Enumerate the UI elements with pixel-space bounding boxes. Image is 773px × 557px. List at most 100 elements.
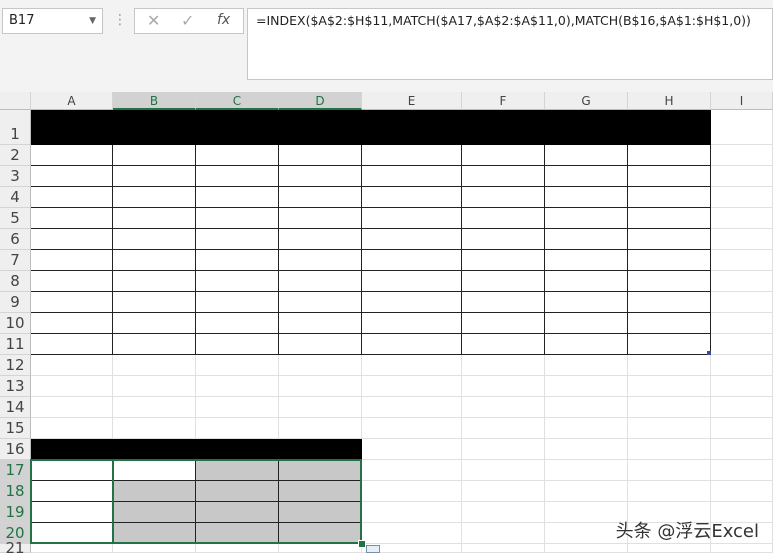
table-cell[interactable] <box>113 187 196 208</box>
table-cell[interactable] <box>113 208 196 229</box>
table-cell[interactable] <box>196 271 279 292</box>
table-header-cell[interactable] <box>113 110 196 145</box>
column-header-b[interactable]: B <box>113 92 196 110</box>
empty-cell[interactable] <box>711 110 773 145</box>
close-icon[interactable]: ✕ <box>147 11 160 30</box>
table-cell[interactable] <box>462 334 545 355</box>
table-cell[interactable] <box>196 187 279 208</box>
fill-handle[interactable] <box>358 540 366 548</box>
empty-cell[interactable] <box>711 166 773 187</box>
empty-cell[interactable] <box>196 355 279 376</box>
table-cell[interactable] <box>462 250 545 271</box>
table-cell[interactable] <box>279 229 362 250</box>
empty-cell[interactable] <box>628 418 711 439</box>
empty-cell[interactable] <box>545 418 628 439</box>
table-cell[interactable] <box>628 145 711 166</box>
lookup-cell[interactable] <box>31 481 113 502</box>
empty-cell[interactable] <box>711 460 773 481</box>
table-cell[interactable] <box>31 313 113 334</box>
empty-cell[interactable] <box>462 439 545 460</box>
row-header-17[interactable]: 17 <box>0 460 31 481</box>
empty-cell[interactable] <box>31 376 113 397</box>
empty-cell[interactable] <box>31 544 113 553</box>
select-all-corner[interactable] <box>0 92 31 110</box>
lookup-cell[interactable] <box>113 460 196 481</box>
empty-cell[interactable] <box>711 439 773 460</box>
empty-cell[interactable] <box>362 418 462 439</box>
table-cell[interactable] <box>628 313 711 334</box>
table-cell[interactable] <box>31 271 113 292</box>
fx-icon[interactable]: fx <box>217 12 230 28</box>
row-header-12[interactable]: 12 <box>0 355 31 376</box>
empty-cell[interactable] <box>196 376 279 397</box>
column-header-f[interactable]: F <box>462 92 545 110</box>
row-header-9[interactable]: 9 <box>0 292 31 313</box>
table-cell[interactable] <box>196 292 279 313</box>
table-cell[interactable] <box>545 250 628 271</box>
column-header-a[interactable]: A <box>31 92 113 110</box>
table-cell[interactable] <box>31 229 113 250</box>
table-cell[interactable] <box>279 271 362 292</box>
table-cell[interactable] <box>628 250 711 271</box>
table-cell[interactable] <box>113 292 196 313</box>
table-cell[interactable] <box>462 166 545 187</box>
table-cell[interactable] <box>279 145 362 166</box>
lookup-cell[interactable] <box>196 502 279 523</box>
empty-cell[interactable] <box>362 376 462 397</box>
empty-cell[interactable] <box>113 418 196 439</box>
row-header-8[interactable]: 8 <box>0 271 31 292</box>
empty-cell[interactable] <box>711 187 773 208</box>
row-header-18[interactable]: 18 <box>0 481 31 502</box>
lookup-cell[interactable] <box>196 523 279 544</box>
table-cell[interactable] <box>462 292 545 313</box>
table-cell[interactable] <box>362 229 462 250</box>
row-header-4[interactable]: 4 <box>0 187 31 208</box>
table-cell[interactable] <box>545 334 628 355</box>
lookup-header-cell[interactable] <box>279 439 362 460</box>
empty-cell[interactable] <box>462 544 545 553</box>
name-box[interactable]: B17 ▼ <box>2 8 103 34</box>
column-header-e[interactable]: E <box>362 92 462 110</box>
table-cell[interactable] <box>196 334 279 355</box>
table-cell[interactable] <box>628 334 711 355</box>
empty-cell[interactable] <box>628 460 711 481</box>
lookup-cell[interactable] <box>31 460 113 481</box>
table-cell[interactable] <box>545 145 628 166</box>
table-cell[interactable] <box>31 208 113 229</box>
row-header-15[interactable]: 15 <box>0 418 31 439</box>
lookup-header-cell[interactable] <box>196 439 279 460</box>
empty-cell[interactable] <box>711 229 773 250</box>
empty-cell[interactable] <box>711 397 773 418</box>
empty-cell[interactable] <box>545 481 628 502</box>
lookup-cell[interactable] <box>31 523 113 544</box>
table-cell[interactable] <box>279 334 362 355</box>
empty-cell[interactable] <box>711 271 773 292</box>
empty-cell[interactable] <box>113 397 196 418</box>
empty-cell[interactable] <box>711 292 773 313</box>
table-cell[interactable] <box>31 187 113 208</box>
empty-cell[interactable] <box>545 460 628 481</box>
empty-cell[interactable] <box>711 250 773 271</box>
table-header-cell[interactable] <box>628 110 711 145</box>
empty-cell[interactable] <box>279 355 362 376</box>
table-cell[interactable] <box>31 145 113 166</box>
empty-cell[interactable] <box>31 418 113 439</box>
row-header-1[interactable]: 1 <box>0 110 31 145</box>
table-cell[interactable] <box>545 166 628 187</box>
table-cell[interactable] <box>113 166 196 187</box>
table-header-cell[interactable] <box>279 110 362 145</box>
table-cell[interactable] <box>628 187 711 208</box>
table-header-cell[interactable] <box>31 110 113 145</box>
empty-cell[interactable] <box>711 481 773 502</box>
empty-cell[interactable] <box>196 397 279 418</box>
table-cell[interactable] <box>545 292 628 313</box>
empty-cell[interactable] <box>462 418 545 439</box>
table-cell[interactable] <box>362 166 462 187</box>
row-header-5[interactable]: 5 <box>0 208 31 229</box>
table-cell[interactable] <box>31 334 113 355</box>
empty-cell[interactable] <box>545 376 628 397</box>
lookup-cell[interactable] <box>113 502 196 523</box>
empty-cell[interactable] <box>279 544 362 553</box>
empty-cell[interactable] <box>279 418 362 439</box>
empty-cell[interactable] <box>196 544 279 553</box>
